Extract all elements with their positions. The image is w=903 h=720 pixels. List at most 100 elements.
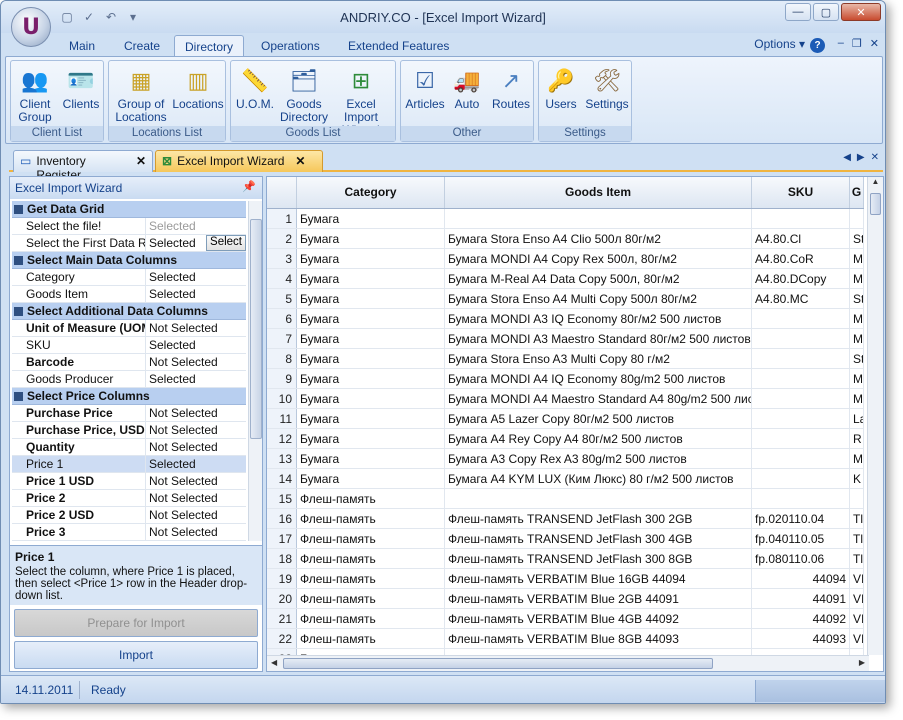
routes-button[interactable]: ↗ Routes: [489, 65, 533, 111]
property-value[interactable]: Not Selected: [146, 490, 246, 506]
property-row[interactable]: Quantity Not Selected: [12, 439, 246, 456]
column-header[interactable]: [267, 177, 297, 208]
table-cell[interactable]: Бумага Stora Enso A4 Multi Copy 500л 80г…: [445, 289, 752, 308]
table-cell[interactable]: Бумага MONDI A4 Copy Rex 500л, 80г/м2: [445, 249, 752, 268]
table-cell[interactable]: [752, 409, 850, 428]
table-cell[interactable]: [752, 469, 850, 488]
table-cell[interactable]: Флеш-память VERBATIM Blue 16GB 44094: [445, 569, 752, 588]
table-cell[interactable]: [752, 369, 850, 388]
tab-excel-import-wizard[interactable]: ⊠ Excel Import Wizard ✕: [155, 150, 323, 172]
property-category[interactable]: Select Price Columns: [12, 388, 246, 405]
table-cell[interactable]: Бумага: [297, 249, 445, 268]
table-cell[interactable]: VI: [850, 629, 864, 648]
table-row[interactable]: 13 Бумага Бумага A3 Copy Rex A3 80g/m2 500…: [267, 449, 864, 469]
table-cell[interactable]: Бумага: [297, 429, 445, 448]
table-cell[interactable]: M: [850, 249, 864, 268]
table-row[interactable]: 11 Бумага Бумага A5 Lazer Copy 80г/м2 500 …: [267, 409, 864, 429]
collapse-icon[interactable]: [14, 392, 23, 401]
property-value[interactable]: Not Selected: [146, 405, 246, 421]
table-cell[interactable]: VI: [850, 589, 864, 608]
table-cell[interactable]: K: [850, 469, 864, 488]
property-value[interactable]: Not Selected: [146, 439, 246, 455]
locations-button[interactable]: ▥ Locations: [171, 65, 225, 111]
table-cell[interactable]: [752, 489, 850, 508]
table-cell[interactable]: 44094: [752, 569, 850, 588]
table-row[interactable]: 7 Бумага Бумага MONDI A3 Maestro Standard …: [267, 329, 864, 349]
table-cell[interactable]: [752, 449, 850, 468]
property-row[interactable]: Goods Producer Selected: [12, 371, 246, 388]
scroll-left-icon[interactable]: ◀: [271, 658, 277, 667]
property-row[interactable]: Price 2 Not Selected: [12, 490, 246, 507]
table-cell[interactable]: A4.80.CoR: [752, 249, 850, 268]
scroll-thumb[interactable]: [250, 219, 262, 439]
tab-next-icon[interactable]: ▶: [857, 152, 865, 163]
table-cell[interactable]: Флеш-память TRANSEND JetFlash 300 4GB: [445, 529, 752, 548]
table-cell[interactable]: Флеш-память: [297, 489, 445, 508]
table-cell[interactable]: Флеш-память: [297, 509, 445, 528]
table-cell[interactable]: Флеш-память: [297, 529, 445, 548]
tab-extended-features[interactable]: Extended Features: [338, 35, 459, 57]
table-cell[interactable]: La: [850, 409, 864, 428]
table-cell[interactable]: [752, 389, 850, 408]
options-menu[interactable]: Options ▾: [754, 37, 805, 51]
close-tab-icon[interactable]: ✕: [136, 154, 146, 172]
table-cell[interactable]: Флеш-память: [297, 589, 445, 608]
pin-icon[interactable]: 📌: [242, 180, 256, 193]
table-row[interactable]: 20 Флеш-память Флеш-память VERBATIM Blue 2…: [267, 589, 864, 609]
table-cell[interactable]: VI: [850, 569, 864, 588]
auto-button[interactable]: 🚚 Auto: [447, 65, 487, 111]
goods-directory-button[interactable]: 🗂 Goods Directory: [277, 65, 331, 124]
column-header[interactable]: Goods Item: [445, 177, 752, 208]
table-cell[interactable]: R: [850, 429, 864, 448]
grid-horizontal-scrollbar[interactable]: ◀ ▶: [267, 655, 869, 671]
table-cell[interactable]: Флеш-память: [297, 629, 445, 648]
tab-inventory-register[interactable]: ▭ Inventory Register ✕: [13, 150, 153, 182]
mdi-minimize-icon[interactable]: –: [838, 37, 844, 50]
table-cell[interactable]: M: [850, 309, 864, 328]
grid-vertical-scrollbar[interactable]: ▲: [867, 177, 883, 655]
table-cell[interactable]: [752, 429, 850, 448]
table-cell[interactable]: [445, 489, 752, 508]
table-row[interactable]: 22 Флеш-память Флеш-память VERBATIM Blue 8…: [267, 629, 864, 649]
property-row[interactable]: Unit of Measure (UOM) Not Selected: [12, 320, 246, 337]
minimize-button[interactable]: —: [785, 3, 811, 21]
tab-close-all-icon[interactable]: ✕: [871, 152, 879, 163]
tab-create[interactable]: Create: [114, 35, 170, 57]
table-cell[interactable]: Бумага M-Real A4 Data Copy 500л, 80г/м2: [445, 269, 752, 288]
property-value[interactable]: Selected: [146, 218, 246, 234]
property-value[interactable]: Selected: [146, 269, 246, 285]
property-category[interactable]: Get Data Grid: [12, 201, 246, 218]
table-cell[interactable]: Бумага: [297, 369, 445, 388]
mdi-close-icon[interactable]: ✕: [870, 37, 879, 50]
property-row[interactable]: Category Selected: [12, 269, 246, 286]
table-cell[interactable]: Бумага: [297, 329, 445, 348]
table-row[interactable]: 12 Бумага Бумага A4 Rey Copy A4 80г/м2 500…: [267, 429, 864, 449]
table-cell[interactable]: [752, 329, 850, 348]
scroll-thumb[interactable]: [870, 193, 881, 215]
table-cell[interactable]: Бумага Stora Enso A3 Multi Copy 80 г/м2: [445, 349, 752, 368]
table-cell[interactable]: 44091: [752, 589, 850, 608]
property-row[interactable]: Purchase Price Not Selected: [12, 405, 246, 422]
table-cell[interactable]: St: [850, 349, 864, 368]
table-cell[interactable]: St: [850, 229, 864, 248]
users-button[interactable]: 🔑 Users: [541, 65, 581, 111]
table-cell[interactable]: Флеш-память: [297, 569, 445, 588]
scroll-thumb[interactable]: [283, 658, 713, 669]
table-cell[interactable]: Бумага: [297, 449, 445, 468]
property-value[interactable]: Not Selected: [146, 354, 246, 370]
clients-button[interactable]: 🪪 Clients: [59, 65, 103, 111]
close-tab-icon[interactable]: ✕: [295, 154, 305, 172]
table-row[interactable]: 2 Бумага Бумага Stora Enso A4 Clio 500л 80…: [267, 229, 864, 249]
select-button[interactable]: Select: [206, 235, 246, 251]
property-row[interactable]: Purchase Price, USD Not Selected: [12, 422, 246, 439]
table-cell[interactable]: Бумага: [297, 409, 445, 428]
table-cell[interactable]: Флеш-память VERBATIM Blue 8GB 44093: [445, 629, 752, 648]
settings-button[interactable]: 🛠 Settings: [583, 65, 631, 111]
collapse-icon[interactable]: [14, 205, 23, 214]
table-cell[interactable]: Флеш-память TRANSEND JetFlash 300 8GB: [445, 549, 752, 568]
property-row[interactable]: Select the file! Selected: [12, 218, 246, 235]
property-row[interactable]: Select the First Data Row!SelectedSelect: [12, 235, 246, 252]
table-cell[interactable]: 44093: [752, 629, 850, 648]
table-row[interactable]: 6 Бумага Бумага MONDI A3 IQ Economy 80г/м2…: [267, 309, 864, 329]
maximize-button[interactable]: ▢: [813, 3, 839, 21]
